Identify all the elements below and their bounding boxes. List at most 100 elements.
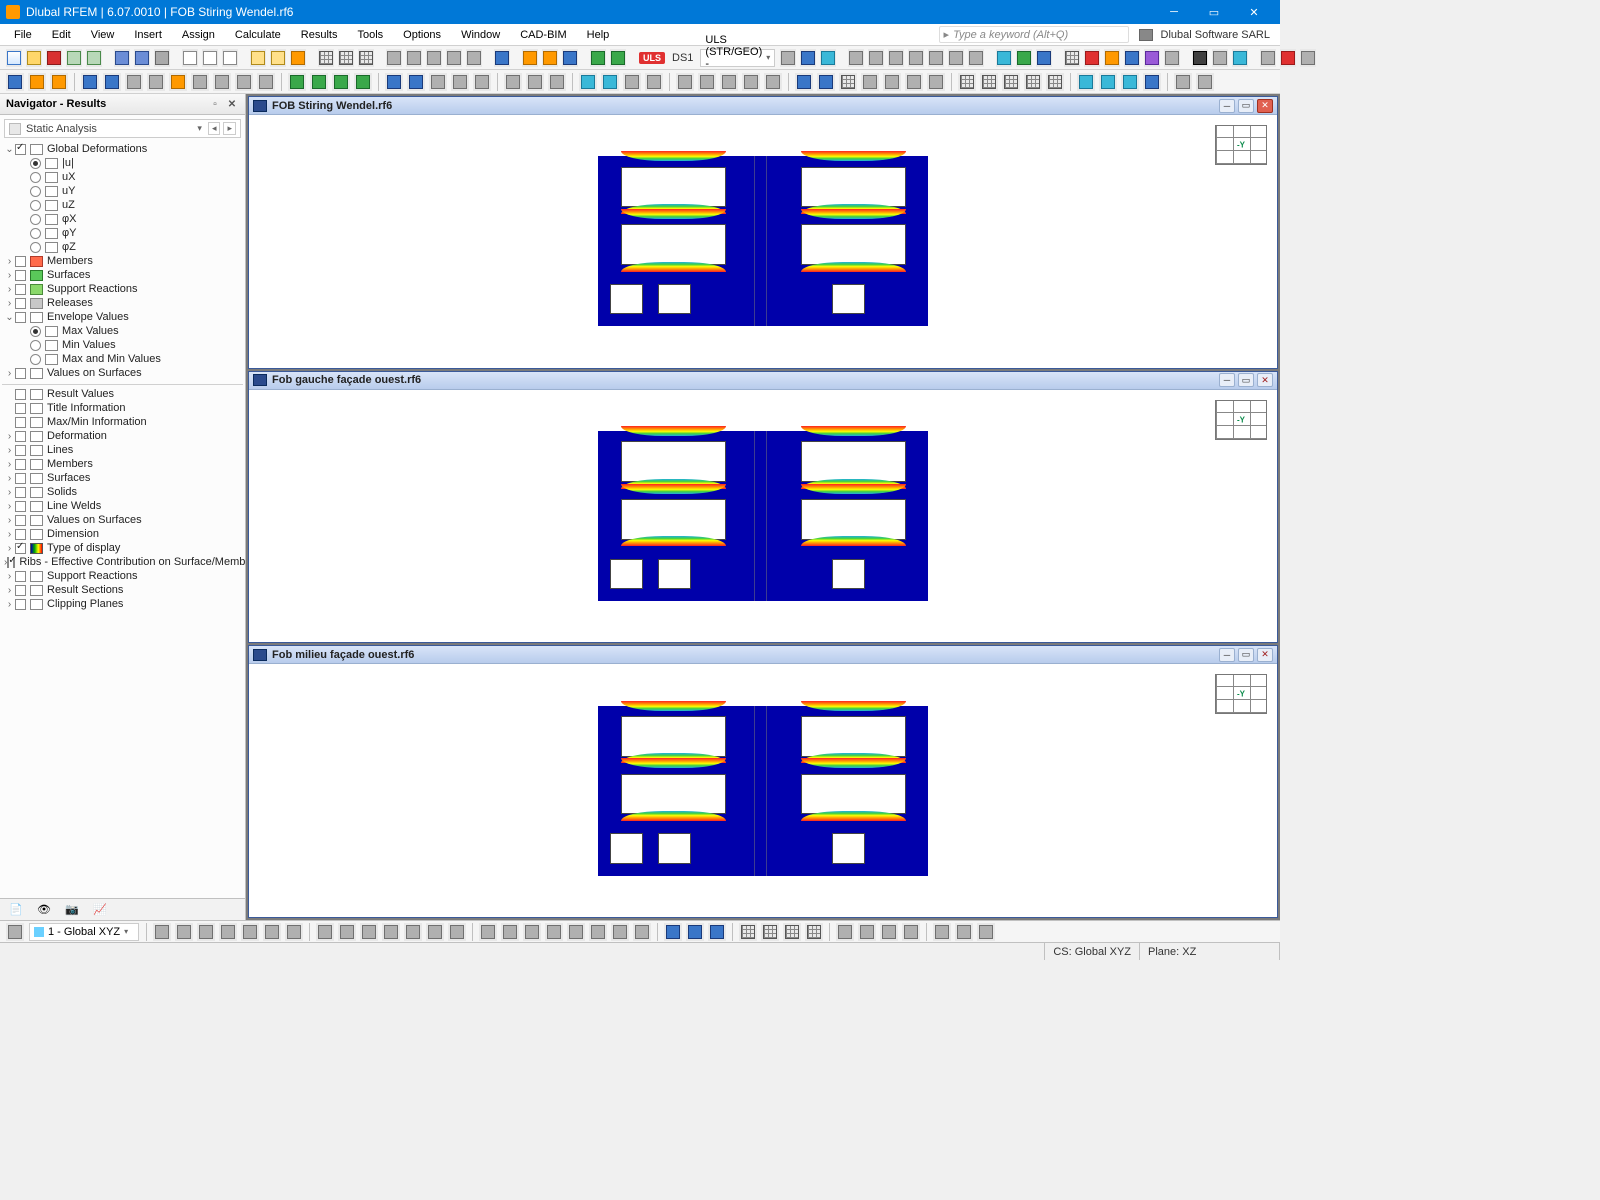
tree-display-result-sections[interactable]: ›Result Sections bbox=[2, 583, 243, 597]
bt-7[interactable] bbox=[263, 923, 281, 941]
settings-icon[interactable] bbox=[1139, 29, 1153, 41]
bt-28[interactable] bbox=[761, 923, 779, 941]
menu-view[interactable]: View bbox=[81, 26, 125, 44]
analysis-type-dropdown[interactable]: Static Analysis ▾ ◂ ▸ bbox=[4, 119, 241, 138]
dtool-42[interactable] bbox=[980, 73, 998, 91]
tool-j1-icon[interactable] bbox=[1260, 49, 1276, 67]
dtool-3[interactable] bbox=[50, 73, 68, 91]
bt-36[interactable] bbox=[955, 923, 973, 941]
tree-display-values-on-surfaces[interactable]: ›Values on Surfaces bbox=[2, 513, 243, 527]
dtool-27[interactable] bbox=[623, 73, 641, 91]
dtool-28[interactable] bbox=[645, 73, 663, 91]
dtool-51[interactable] bbox=[1196, 73, 1214, 91]
dtool-40[interactable] bbox=[927, 73, 945, 91]
dtool-14[interactable] bbox=[310, 73, 328, 91]
tool-f6-icon[interactable] bbox=[948, 49, 964, 67]
menu-options[interactable]: Options bbox=[393, 26, 451, 44]
tree-releases[interactable]: ›Releases bbox=[2, 296, 243, 310]
tree-min-values[interactable]: Min Values bbox=[2, 338, 243, 352]
tool-prev-icon[interactable] bbox=[780, 49, 796, 67]
dtool-37[interactable] bbox=[861, 73, 879, 91]
tool-i2-icon[interactable] bbox=[1212, 49, 1228, 67]
tree-max-values[interactable]: Max Values bbox=[2, 324, 243, 338]
dtool-36[interactable] bbox=[839, 73, 857, 91]
tool-star-icon[interactable] bbox=[290, 49, 306, 67]
viewer-maximize-button[interactable]: ▭ bbox=[1238, 99, 1254, 113]
bt-13[interactable] bbox=[404, 923, 422, 941]
bt-37[interactable] bbox=[977, 923, 995, 941]
nav-tab-camera-icon[interactable]: 📷 bbox=[60, 901, 84, 919]
tool-d1-icon[interactable] bbox=[590, 49, 606, 67]
tool-c3-icon[interactable] bbox=[562, 49, 578, 67]
viewer-title-bar[interactable]: Fob milieu façade ouest.rf6─▭✕ bbox=[249, 646, 1277, 664]
bt-23[interactable] bbox=[633, 923, 651, 941]
tree-phix[interactable]: φX bbox=[2, 212, 243, 226]
dtool-49[interactable] bbox=[1143, 73, 1161, 91]
dtool-43[interactable] bbox=[1002, 73, 1020, 91]
dtool-16[interactable] bbox=[354, 73, 372, 91]
tree-global-deformations[interactable]: ⌄Global Deformations bbox=[2, 142, 243, 156]
tool-ruby-icon[interactable] bbox=[46, 49, 62, 67]
viewer-maximize-button[interactable]: ▭ bbox=[1238, 373, 1254, 387]
orientation-cube[interactable]: -Y bbox=[1215, 674, 1267, 714]
bt-26[interactable] bbox=[708, 923, 726, 941]
bt-22[interactable] bbox=[611, 923, 629, 941]
bt-10[interactable] bbox=[338, 923, 356, 941]
tool-j3-icon[interactable] bbox=[1300, 49, 1316, 67]
bt-16[interactable] bbox=[479, 923, 497, 941]
navigator-close-icon[interactable]: ✕ bbox=[225, 97, 239, 111]
bt-11[interactable] bbox=[360, 923, 378, 941]
tool-b4-icon[interactable] bbox=[446, 49, 462, 67]
tool-h4-icon[interactable] bbox=[1124, 49, 1140, 67]
nav-tab-data-icon[interactable]: 📄 bbox=[4, 901, 28, 919]
tool-h1-icon[interactable] bbox=[1064, 49, 1080, 67]
tool-h2-icon[interactable] bbox=[1084, 49, 1100, 67]
tree-display-support-reactions[interactable]: ›Support Reactions bbox=[2, 569, 243, 583]
bt-20[interactable] bbox=[567, 923, 585, 941]
dtool-44[interactable] bbox=[1024, 73, 1042, 91]
tool-f2-icon[interactable] bbox=[868, 49, 884, 67]
tool-save-icon[interactable] bbox=[114, 49, 130, 67]
tree-display-result-values[interactable]: Result Values bbox=[2, 387, 243, 401]
dtool-39[interactable] bbox=[905, 73, 923, 91]
tree-display-surfaces[interactable]: ›Surfaces bbox=[2, 471, 243, 485]
tool-b3-icon[interactable] bbox=[426, 49, 442, 67]
tool-print-icon[interactable] bbox=[154, 49, 170, 67]
bt-24[interactable] bbox=[664, 923, 682, 941]
tool-h3-icon[interactable] bbox=[1104, 49, 1120, 67]
nav-tab-eye-icon[interactable]: 👁 bbox=[32, 901, 56, 919]
ds-label[interactable]: DS1 bbox=[672, 52, 693, 64]
dtool-45[interactable] bbox=[1046, 73, 1064, 91]
tree-display-lines[interactable]: ›Lines bbox=[2, 443, 243, 457]
dtool-21[interactable] bbox=[473, 73, 491, 91]
tool-j2-icon[interactable] bbox=[1280, 49, 1296, 67]
dtool-2[interactable] bbox=[28, 73, 46, 91]
menu-file[interactable]: File bbox=[4, 26, 42, 44]
orientation-cube[interactable]: -Y bbox=[1215, 400, 1267, 440]
dtool-24[interactable] bbox=[548, 73, 566, 91]
bt-27[interactable] bbox=[739, 923, 757, 941]
dtool-6[interactable] bbox=[125, 73, 143, 91]
bt-18[interactable] bbox=[523, 923, 541, 941]
menu-help[interactable]: Help bbox=[577, 26, 620, 44]
tree-display-type-of-display[interactable]: ›Type of display bbox=[2, 541, 243, 555]
coord-system-dropdown[interactable]: 1 - Global XYZ bbox=[29, 923, 139, 941]
tool-page-icon[interactable] bbox=[182, 49, 198, 67]
navigator-pin-icon[interactable]: ▫ bbox=[208, 97, 222, 111]
tool-f4-icon[interactable] bbox=[908, 49, 924, 67]
dtool-17[interactable] bbox=[385, 73, 403, 91]
bt-17[interactable] bbox=[501, 923, 519, 941]
keyword-search-input[interactable]: Type a keyword (Alt+Q) bbox=[939, 26, 1129, 43]
viewer-close-button[interactable]: ✕ bbox=[1257, 373, 1273, 387]
nav-next-icon[interactable]: ▸ bbox=[223, 122, 236, 135]
tool-undo-icon[interactable] bbox=[250, 49, 266, 67]
tree-display-members[interactable]: ›Members bbox=[2, 457, 243, 471]
viewer-canvas[interactable]: -Y bbox=[249, 390, 1277, 643]
menu-tools[interactable]: Tools bbox=[347, 26, 393, 44]
viewer-minimize-button[interactable]: ─ bbox=[1219, 648, 1235, 662]
tree-display-line-welds[interactable]: ›Line Welds bbox=[2, 499, 243, 513]
tool-redo-icon[interactable] bbox=[270, 49, 286, 67]
dtool-38[interactable] bbox=[883, 73, 901, 91]
dtool-7[interactable] bbox=[147, 73, 165, 91]
viewer-title-bar[interactable]: FOB Stiring Wendel.rf6─▭✕ bbox=[249, 97, 1277, 115]
